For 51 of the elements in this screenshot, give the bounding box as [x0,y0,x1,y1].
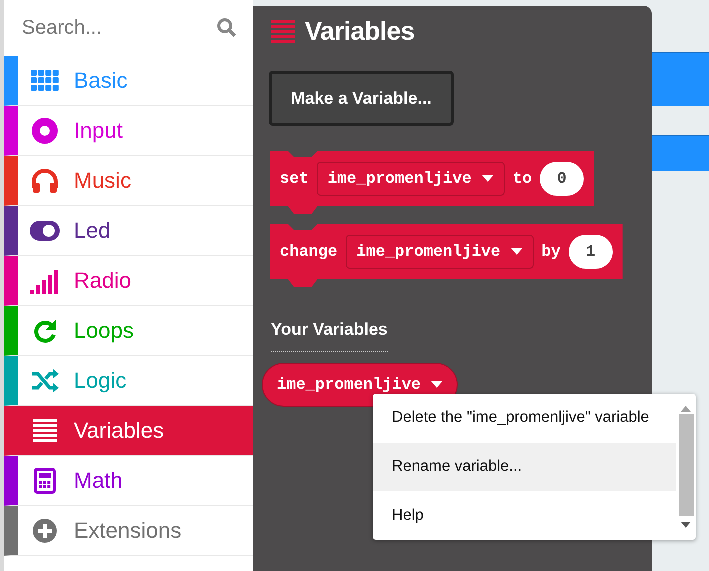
category-item[interactable]: Math [4,456,253,506]
number-input[interactable]: 0 [540,162,584,196]
block-keyword: to [512,170,532,188]
category-item[interactable]: Basic [4,56,253,106]
menu-item[interactable]: Rename variable... [373,442,676,492]
category-label[interactable]: Music [74,168,132,194]
grid-icon [31,70,59,92]
menu-item[interactable]: Help [373,491,676,540]
category-item[interactable]: Extensions [4,506,253,556]
number-input[interactable]: 1 [568,234,613,268]
category-label[interactable]: Input [74,118,123,144]
category-item[interactable]: Logic [4,356,253,406]
category-label[interactable]: Radio [74,268,132,294]
signal-bars-icon [30,268,60,294]
toggle-icon [30,220,60,240]
search-icon[interactable] [217,18,237,38]
make-variable-button[interactable]: Make a Variable... [269,71,454,126]
shuffle-icon [31,368,59,392]
category-label[interactable]: Variables [74,418,164,444]
code-block[interactable]: set ime_promenljive to 0 [270,151,594,214]
section-heading: Your Variables [271,320,388,352]
variable-dropdown[interactable]: ime_promenljive [346,234,534,268]
refresh-icon [32,318,58,344]
category-label[interactable]: Logic [74,368,127,394]
category-item[interactable]: Led [4,206,253,256]
list-lines-icon [33,418,57,442]
calculator-icon [34,468,56,494]
caret-icon[interactable] [482,174,494,182]
category-item[interactable]: Radio [4,256,253,306]
list-lines-icon [271,20,295,44]
code-block[interactable]: change ime_promenljive by 1 [270,224,623,287]
category-item[interactable]: Variables [4,406,253,456]
category-item[interactable]: Music [4,156,253,206]
search-field[interactable]: Search... [22,16,202,40]
category-item[interactable]: Loops [4,306,253,356]
target-icon [32,118,58,144]
caret-icon[interactable] [510,248,523,256]
headphones-icon [31,168,59,194]
category-label[interactable]: Math [74,468,123,494]
plus-circle-icon [32,518,58,544]
variable-dropdown[interactable]: ime_promenljive [316,162,505,196]
block-keyword: change [280,242,338,260]
category-item[interactable]: Input [4,106,253,156]
category-label[interactable]: Loops [74,318,134,344]
flyout-title: Variables [305,16,415,47]
caret-icon[interactable] [431,381,444,389]
category-label[interactable]: Led [74,218,111,244]
category-label[interactable]: Extensions [74,518,182,544]
block-keyword: by [542,242,561,260]
block-keyword: set [280,170,309,188]
category-label[interactable]: Basic [74,68,128,94]
